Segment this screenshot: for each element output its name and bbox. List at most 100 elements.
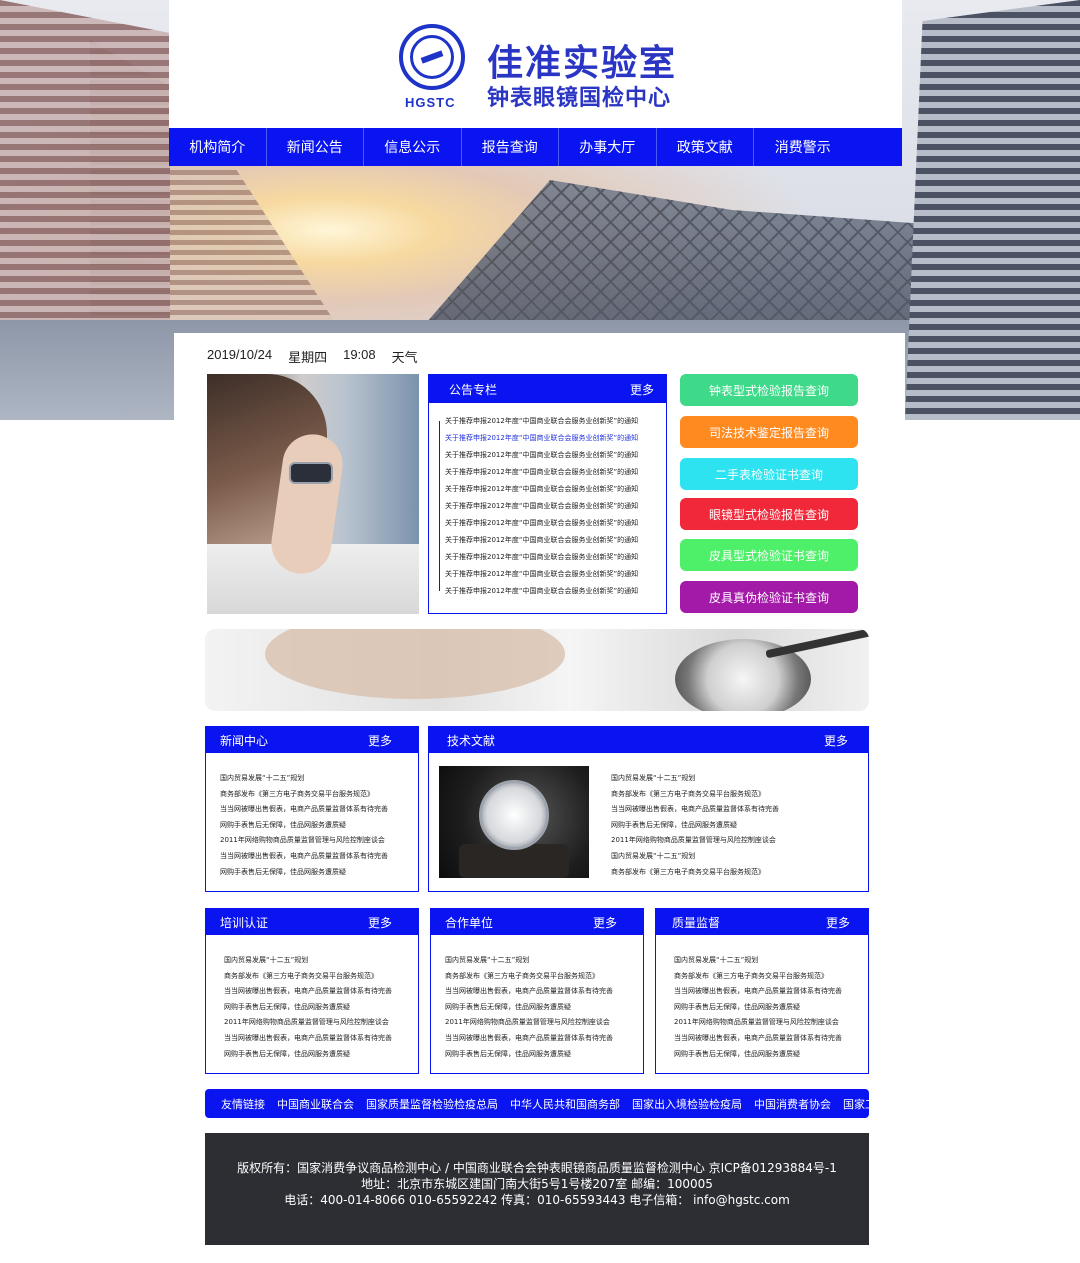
query-button-judicial-report[interactable]: 司法技术鉴定报告查询 [680, 416, 858, 448]
news-center-panel: 新闻中心 更多 国内贸易发展“十二五”规划 商务部发布《第三方电子商务交易平台服… [205, 726, 419, 892]
announcement-item[interactable]: 关于推荐申报2012年度“中国商业联合会服务业创新奖”的通知 [445, 413, 666, 430]
announcement-item-text: 关于推荐申报2012年度“中国商业联合会服务业创新奖”的通知 [445, 553, 639, 561]
friend-link[interactable]: 国家出入境检验检疫局 [632, 1096, 742, 1112]
list-item[interactable]: 网购手表售后无保障，佳品网服务遭质疑 [220, 818, 418, 834]
banner-tool [765, 629, 869, 659]
announcement-item[interactable]: 关于推荐申报2012年度“中国商业联合会服务业创新奖”的通知 [445, 515, 666, 532]
date-text: 2019/10/24 [207, 347, 273, 362]
nav-item-news[interactable]: 新闻公告 [267, 128, 364, 166]
list-item[interactable]: 2011年网络购物商品质量监督管理与风险控制座谈会 [224, 1015, 418, 1031]
list-item[interactable]: 网购手表售后无保障，佳品网服务遭质疑 [224, 1047, 418, 1063]
friend-link[interactable]: 中国商业联合会 [277, 1096, 354, 1112]
logo-icon[interactable] [399, 24, 465, 90]
announcement-item[interactable]: 关于推荐申报2012年度“中国商业联合会服务业创新奖”的通知 [445, 532, 666, 549]
announcement-item[interactable]: 关于推荐申报2012年度“中国商业联合会服务业创新奖”的通知 [445, 498, 666, 515]
quality-list: 国内贸易发展“十二五”规划 商务部发布《第三方电子商务交易平台服务规范》 当当网… [656, 935, 868, 1062]
announcement-item-text: 关于推荐申报2012年度“中国商业联合会服务业创新奖”的通知 [445, 485, 639, 493]
weekday-text: 星期四 [288, 350, 328, 365]
list-item[interactable]: 2011年网络购物商品质量监督管理与风险控制座谈会 [674, 1015, 868, 1031]
training-panel: 培训认证 更多 国内贸易发展“十二五”规划 商务部发布《第三方电子商务交易平台服… [205, 908, 419, 1074]
list-item[interactable]: 当当网被曝出售假表，电商产品质量监督体系有待完善 [674, 984, 868, 1000]
friend-link[interactable]: 中国消费者协会 [754, 1096, 831, 1112]
query-button-secondhand-watch[interactable]: 二手表检验证书查询 [680, 458, 858, 490]
nav-item-service[interactable]: 办事大厅 [559, 128, 657, 166]
list-item[interactable]: 商务部发布《第三方电子商务交易平台服务规范》 [611, 787, 779, 803]
announcement-panel: 公告专栏 更多 关于推荐申报2012年度“中国商业联合会服务业创新奖”的通知 关… [428, 374, 667, 614]
list-item[interactable]: 当当网被曝出售假表，电商产品质量监督体系有待完善 [445, 1031, 643, 1047]
quality-more-link[interactable]: 更多 [826, 914, 850, 931]
training-more-link[interactable]: 更多 [368, 914, 392, 931]
list-item[interactable]: 国内贸易发展“十二五”规划 [611, 849, 779, 865]
weather-link[interactable]: 天气 [392, 347, 418, 366]
list-item[interactable]: 当当网被曝出售假表，电商产品质量监督体系有待完善 [220, 802, 418, 818]
list-item[interactable]: 商务部发布《第三方电子商务交易平台服务规范》 [611, 865, 779, 881]
list-item[interactable]: 网购手表售后无保障，佳品网服务遭质疑 [445, 1047, 643, 1063]
announcement-more-link[interactable]: 更多 [630, 381, 654, 398]
training-list: 国内贸易发展“十二五”规划 商务部发布《第三方电子商务交易平台服务规范》 当当网… [206, 935, 418, 1062]
announcement-list: 关于推荐申报2012年度“中国商业联合会服务业创新奖”的通知 关于推荐申报201… [429, 403, 666, 600]
tech-docs-title: 技术文献 [447, 733, 496, 748]
list-item[interactable]: 当当网被曝出售假表，电商产品质量监督体系有待完善 [445, 984, 643, 1000]
list-item[interactable]: 国内贸易发展“十二五”规划 [674, 953, 868, 969]
friend-link[interactable]: 国家质量监督检验检疫总局 [366, 1096, 498, 1112]
nav-item-about[interactable]: 机构简介 [169, 128, 267, 166]
list-item[interactable]: 商务部发布《第三方电子商务交易平台服务规范》 [674, 969, 868, 985]
query-button-watch-type-report[interactable]: 钟表型式检验报告查询 [680, 374, 858, 406]
list-item[interactable]: 网购手表售后无保障，佳品网服务遭质疑 [445, 1000, 643, 1016]
announcement-item[interactable]: 关于推荐申报2012年度“中国商业联合会服务业创新奖”的通知 [445, 583, 666, 600]
tech-docs-watch-photo [439, 766, 589, 878]
list-item[interactable]: 当当网被曝出售假表，电商产品质量监督体系有待完善 [674, 1031, 868, 1047]
friend-link[interactable]: 中华人民共和国商务部 [510, 1096, 620, 1112]
nav-item-report[interactable]: 报告查询 [462, 128, 559, 166]
list-item[interactable]: 国内贸易发展“十二五”规划 [445, 953, 643, 969]
list-item[interactable]: 网购手表售后无保障，佳品网服务遭质疑 [224, 1000, 418, 1016]
announcement-item[interactable]: 关于推荐申报2012年度“中国商业联合会服务业创新奖”的通知 [445, 566, 666, 583]
announcement-item[interactable]: 关于推荐申报2012年度“中国商业联合会服务业创新奖”的通知 [445, 549, 666, 566]
list-item[interactable]: 网购手表售后无保障，佳品网服务遭质疑 [674, 1000, 868, 1016]
list-item[interactable]: 当当网被曝出售假表，电商产品质量监督体系有待完善 [224, 1031, 418, 1047]
list-item[interactable]: 当当网被曝出售假表，电商产品质量监督体系有待完善 [220, 849, 418, 865]
watch-face [479, 780, 549, 850]
quality-title: 质量监督 [672, 915, 721, 930]
query-button-leather-type[interactable]: 皮具型式检验证书查询 [680, 539, 858, 571]
friend-link[interactable]: 国家工商总局 [843, 1096, 909, 1112]
tech-docs-more-link[interactable]: 更多 [824, 732, 848, 749]
list-item[interactable]: 商务部发布《第三方电子商务交易平台服务规范》 [224, 969, 418, 985]
list-item[interactable]: 2011年网络购物商品质量监督管理与风险控制座谈会 [220, 833, 418, 849]
list-item[interactable]: 商务部发布《第三方电子商务交易平台服务规范》 [220, 787, 418, 803]
nav-item-info[interactable]: 信息公示 [364, 128, 462, 166]
list-item[interactable]: 网购手表售后无保障，佳品网服务遭质疑 [611, 818, 779, 834]
quality-panel: 质量监督 更多 国内贸易发展“十二五”规划 商务部发布《第三方电子商务交易平台服… [655, 908, 869, 1074]
list-item[interactable]: 当当网被曝出售假表，电商产品质量监督体系有待完善 [611, 802, 779, 818]
list-item[interactable]: 国内贸易发展“十二五”规划 [224, 953, 418, 969]
partners-more-link[interactable]: 更多 [593, 914, 617, 931]
announcement-item[interactable]: 关于推荐申报2012年度“中国商业联合会服务业创新奖”的通知 [445, 430, 666, 447]
list-item[interactable]: 2011年网络购物商品质量监督管理与风险控制座谈会 [445, 1015, 643, 1031]
list-item[interactable]: 当当网被曝出售假表，电商产品质量监督体系有待完善 [224, 984, 418, 1000]
announcement-item-text: 关于推荐申报2012年度“中国商业联合会服务业创新奖”的通知 [445, 451, 639, 459]
announcement-item[interactable]: 关于推荐申报2012年度“中国商业联合会服务业创新奖”的通知 [445, 447, 666, 464]
page: HGSTC 佳准实验室 钟表眼镜国检中心 机构简介 新闻公告 信息公示 报告查询… [0, 0, 1080, 1263]
list-item[interactable]: 国内贸易发展“十二五”规划 [611, 771, 779, 787]
news-center-more-link[interactable]: 更多 [368, 732, 392, 749]
list-item[interactable]: 商务部发布《第三方电子商务交易平台服务规范》 [445, 969, 643, 985]
announcement-item[interactable]: 关于推荐申报2012年度“中国商业联合会服务业创新奖”的通知 [445, 481, 666, 498]
list-item[interactable]: 网购手表售后无保障，佳品网服务遭质疑 [674, 1047, 868, 1063]
announcement-item-text: 关于推荐申报2012年度“中国商业联合会服务业创新奖”的通知 [445, 570, 639, 578]
training-title: 培训认证 [220, 915, 269, 930]
announcement-item-text: 关于推荐申报2012年度“中国商业联合会服务业创新奖”的通知 [445, 502, 639, 510]
friend-links-bar: 友情链接 中国商业联合会 国家质量监督检验检疫总局 中华人民共和国商务部 国家出… [205, 1089, 909, 1118]
list-item[interactable]: 国内贸易发展“十二五”规划 [220, 771, 418, 787]
footer-copyright: 版权所有：国家消费争议商品检测中心 / 中国商业联合会钟表眼镜商品质量监督检测中… [237, 1161, 837, 1175]
nav-item-warning[interactable]: 消费警示 [754, 128, 852, 166]
footer-address: 地址：北京市东城区建国门南大街5号1号楼207室 邮编：100005 [361, 1177, 713, 1191]
datebar: 2019/10/24 星期四 19:08 天气 [207, 347, 418, 366]
partners-title: 合作单位 [445, 915, 494, 930]
list-item[interactable]: 2011年网络购物商品质量监督管理与风险控制座谈会 [611, 833, 779, 849]
partners-list: 国内贸易发展“十二五”规划 商务部发布《第三方电子商务交易平台服务规范》 当当网… [431, 935, 643, 1062]
query-button-glasses-report[interactable]: 眼镜型式检验报告查询 [680, 498, 858, 530]
announcement-item[interactable]: 关于推荐申报2012年度“中国商业联合会服务业创新奖”的通知 [445, 464, 666, 481]
list-item[interactable]: 网购手表售后无保障，佳品网服务遭质疑 [220, 865, 418, 881]
nav-item-policy[interactable]: 政策文献 [657, 128, 754, 166]
query-button-leather-authenticity[interactable]: 皮具真伪检验证书查询 [680, 581, 858, 613]
